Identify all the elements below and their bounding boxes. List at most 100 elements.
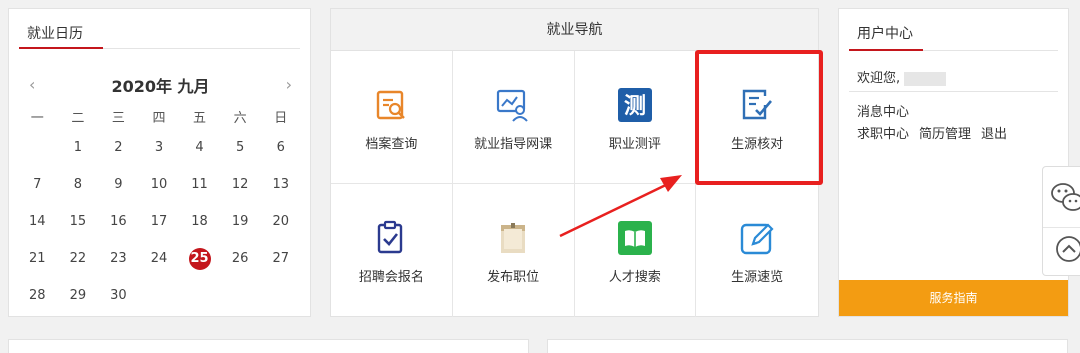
calendar-day-number: 21 (29, 251, 46, 266)
nav-item-archive-search[interactable]: 档案查询 (331, 51, 453, 184)
calendar-day[interactable]: 7 (17, 166, 58, 203)
nav-item-label: 生源核对 (731, 137, 784, 152)
wechat-icon[interactable] (1049, 179, 1080, 215)
next-month-button[interactable]: › (286, 75, 292, 94)
calendar-day-number: 16 (110, 214, 127, 229)
calendar-day-number: 1 (73, 140, 82, 155)
user-center-title: 用户中心 (857, 26, 913, 42)
calendar-month-label: 2020年 九月 (111, 77, 210, 96)
calendar-day[interactable]: 9 (98, 166, 139, 203)
quick-view-edit-icon (740, 223, 774, 255)
calendar-days-grid: 1 2 3 4 5 6 7 8 9 10 11 12 13 14 15 16 17 18 19 20 21 22 23 24 2… (17, 129, 301, 314)
nav-item-label: 就业指导网课 (474, 137, 553, 152)
nav-item-quick-view[interactable]: 生源速览 (696, 184, 818, 317)
nav-grid: 档案查询 就业指导网课 测 职业测评 生源核对 招聘会报名 发布职位 人才搜索 … (331, 51, 818, 317)
calendar-day[interactable]: 13 (260, 166, 301, 203)
calendar-day-number: 5 (235, 140, 245, 155)
calendar-day[interactable]: 27 (260, 240, 301, 277)
calendar-day[interactable]: 5 (220, 129, 261, 166)
calendar-day[interactable]: 11 (179, 166, 220, 203)
welcome-text: 欢迎您, (857, 71, 901, 86)
back-to-top-icon[interactable] (1055, 235, 1080, 263)
side-float-toolbar (1042, 166, 1080, 276)
nav-item-source-verify[interactable]: 生源核对 (696, 51, 818, 184)
weekday-label: 一 (30, 111, 44, 126)
post-job-icon (501, 223, 526, 253)
calendar-day-number: 9 (114, 177, 123, 192)
calendar-day-number: 2 (114, 140, 123, 155)
weekday-label: 二 (71, 111, 85, 126)
logout-link[interactable]: 退出 (981, 123, 1007, 142)
nav-item-label: 招聘会报名 (358, 270, 424, 285)
calendar-day[interactable]: 14 (17, 203, 58, 240)
calendar-day-number: 3 (154, 140, 164, 155)
calendar-day (179, 277, 220, 314)
calendar-day[interactable]: 23 (98, 240, 139, 277)
calendar-day[interactable]: 12 (220, 166, 261, 203)
calendar-day[interactable]: 28 (17, 277, 58, 314)
service-guide-button[interactable]: 服务指南 (839, 280, 1068, 316)
verify-checklist-icon (742, 89, 773, 120)
calendar-day-number: 20 (272, 214, 289, 229)
calendar-day[interactable]: 21 (17, 240, 58, 277)
calendar-day-number: 28 (29, 288, 46, 303)
talent-search-icon (617, 221, 652, 255)
calendar-day-number: 24 (150, 251, 168, 266)
calendar-day-number: 22 (69, 251, 87, 266)
calendar-day-number: 8 (73, 177, 82, 192)
calendar-day[interactable]: 3 (139, 129, 180, 166)
calendar-day-number: 26 (231, 251, 249, 266)
calendar-day-number: 12 (231, 177, 249, 192)
nav-item-job-fair-register[interactable]: 招聘会报名 (331, 184, 453, 317)
calendar-day[interactable]: 4 (179, 129, 220, 166)
nav-item-label: 职业测评 (608, 137, 661, 152)
calendar-day[interactable]: 30 (98, 277, 139, 314)
calendar-day-number: 25 (188, 248, 211, 270)
nav-item-label: 人才搜索 (608, 270, 661, 285)
calendar-day[interactable]: 26 (220, 240, 261, 277)
nav-item-online-course[interactable]: 就业指导网课 (452, 51, 575, 184)
calendar-day[interactable]: 2 (98, 129, 139, 166)
calendar-day[interactable]: 1 (58, 129, 99, 166)
calendar-day-today[interactable]: 25 (179, 240, 220, 277)
resume-management-link[interactable]: 简历管理 (919, 123, 971, 142)
nav-item-assessment[interactable]: 测 职业测评 (574, 51, 697, 184)
calendar-day[interactable]: 6 (260, 129, 301, 166)
calendar-day-number: 14 (29, 214, 46, 229)
calendar-day[interactable]: 18 (179, 203, 220, 240)
calendar-day[interactable]: 17 (139, 203, 180, 240)
calendar-day-number: 11 (191, 177, 208, 192)
calendar-day[interactable]: 29 (58, 277, 99, 314)
calendar-day[interactable]: 19 (220, 203, 261, 240)
calendar-day-number: 27 (272, 251, 289, 266)
calendar-day[interactable]: 10 (139, 166, 180, 203)
message-center-link[interactable]: 消息中心 (857, 101, 909, 120)
calendar-day[interactable]: 22 (58, 240, 99, 277)
calendar-day[interactable]: 8 (58, 166, 99, 203)
assessment-icon: 测 (617, 88, 652, 122)
calendar-day-number: 17 (150, 214, 168, 229)
nav-item-talent-search[interactable]: 人才搜索 (575, 184, 697, 317)
calendar-day[interactable]: 24 (139, 240, 180, 277)
calendar-weekday-row: 一 二 三 四 五 六 日 (17, 107, 301, 126)
weekday-label: 六 (233, 111, 247, 126)
nav-item-label: 档案查询 (365, 137, 418, 152)
calendar-day-number: 4 (195, 140, 204, 155)
weekday-label: 四 (152, 111, 166, 126)
nav-item-label: 生源速览 (731, 270, 784, 285)
online-course-icon (497, 89, 528, 122)
nav-title: 就业导航 (331, 9, 818, 51)
calendar-day-number: 18 (191, 214, 208, 229)
divider (849, 91, 1058, 92)
calendar-day[interactable]: 20 (260, 203, 301, 240)
user-name-redacted (904, 71, 947, 86)
calendar-title-underline (19, 47, 103, 49)
calendar-day-number: 6 (276, 140, 285, 155)
calendar-day-number: 10 (150, 177, 168, 192)
calendar-day[interactable]: 16 (98, 203, 139, 240)
welcome-line: 欢迎您, (857, 67, 947, 86)
nav-item-post-job[interactable]: 发布职位 (453, 184, 575, 317)
job-center-link[interactable]: 求职中心 (857, 123, 909, 142)
assessment-icon-glyph: 测 (624, 94, 646, 119)
calendar-day[interactable]: 15 (58, 203, 99, 240)
